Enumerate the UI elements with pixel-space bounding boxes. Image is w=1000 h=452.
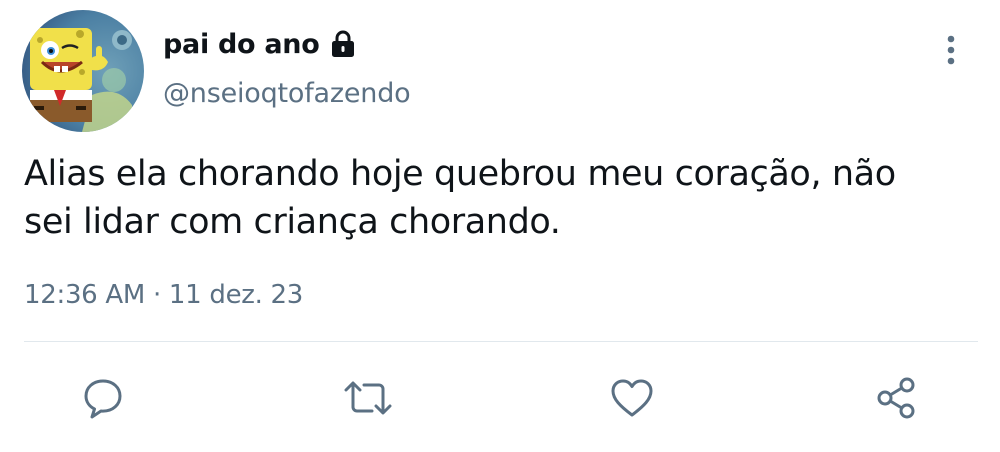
more-options-button[interactable] [935,30,967,70]
share-icon [877,377,915,419]
tweet-time[interactable]: 12:36 AM [24,280,145,310]
author-handle[interactable]: @nseioqtofazendo [163,78,411,109]
tweet-card: pai do ano @nseioqtofazendo Alias ela ch… [0,0,1000,452]
divider [24,341,978,342]
avatar[interactable] [22,10,144,132]
retweet-icon [344,381,392,415]
tweet-text-line-2: sei lidar com criança chorando. [24,202,561,242]
tweet-actions [0,368,1000,428]
share-button[interactable] [866,368,926,428]
reply-button[interactable] [73,368,133,428]
author-display-name[interactable]: pai do ano [163,29,320,60]
lock-icon [328,29,358,59]
like-button[interactable] [602,368,662,428]
author-name-row: pai do ano [163,26,358,62]
retweet-button[interactable] [338,368,398,428]
reply-icon [84,379,122,419]
avatar-image [22,10,144,132]
tweet-text: Alias ela chorando hoje quebrou meu cora… [24,150,974,246]
tweet-date[interactable]: 11 dez. 23 [169,280,303,310]
heart-icon [611,379,653,417]
more-vertical-icon [947,35,955,65]
meta-separator: · [152,280,161,310]
tweet-timestamp: 12:36 AM · 11 dez. 23 [24,280,303,310]
tweet-text-line-1: Alias ela chorando hoje quebrou meu cora… [24,154,896,194]
